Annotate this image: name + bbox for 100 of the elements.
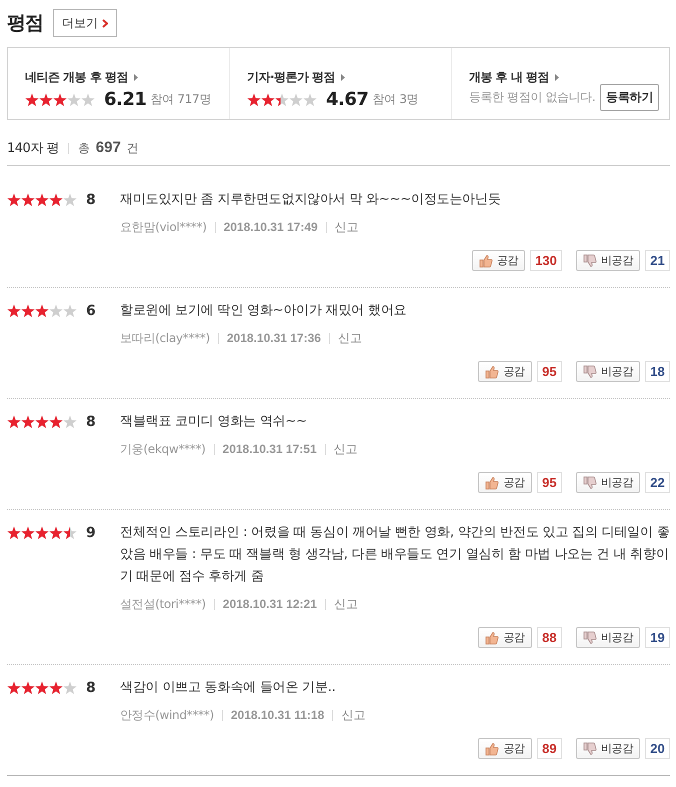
review-score: 8 [86, 680, 96, 696]
star-icon [67, 92, 81, 106]
star-icon [49, 193, 63, 207]
thumbs-up-icon [485, 630, 500, 644]
review-text: 재미도있지만 좀 지루한면도없지않아서 막 와~~~이정도는아닌듯 [120, 191, 502, 209]
star-icon [275, 92, 289, 106]
like-button[interactable]: 공감 [478, 738, 532, 759]
thumbs-down-icon [582, 476, 597, 490]
star-icon [7, 304, 21, 318]
star-icon [63, 681, 77, 695]
thumbs-down-icon [582, 254, 597, 268]
like-button[interactable]: 공감 [478, 361, 532, 382]
review-total-count: 총 697 건 [78, 139, 139, 157]
rating-title-link[interactable]: 네티즌 개봉 후 평점 [25, 70, 138, 86]
star-icon [35, 304, 49, 318]
star-icon [35, 526, 49, 540]
report-link[interactable]: 신고 [338, 330, 362, 346]
caret-icon [341, 74, 346, 81]
report-link[interactable]: 신고 [334, 596, 358, 612]
dislike-button[interactable]: 비공감 [576, 250, 640, 271]
like-button[interactable]: 공감 [472, 250, 526, 271]
star-icon [303, 92, 317, 106]
thumbs-down-icon [582, 364, 597, 378]
review-text: 잭블랙표 코미디 영화는 역쉬~~ [120, 413, 308, 431]
like-count: 95 [536, 472, 562, 493]
dislike-count: 22 [645, 472, 670, 493]
section-title: 평점 [7, 11, 43, 36]
like-count: 88 [536, 627, 562, 648]
star-icon [63, 304, 77, 318]
review-text: 할로윈에 보기에 딱인 영화~아이가 재밌어 했어요 [120, 302, 408, 320]
more-button[interactable]: 더보기 [53, 9, 117, 37]
review-date: 2018.10.31 17:51 [222, 442, 317, 456]
star-icon [25, 92, 39, 106]
star-icon [247, 92, 261, 106]
report-link[interactable]: 신고 [341, 706, 366, 724]
star-icon [7, 193, 21, 207]
star-icon [35, 415, 49, 429]
star-icon [81, 92, 95, 106]
star-icon [289, 92, 303, 106]
dislike-button[interactable]: 비공감 [576, 738, 640, 759]
thumbs-up-icon [478, 254, 493, 268]
review-score: 9 [86, 525, 96, 541]
star-icon [7, 526, 21, 540]
star-icon [7, 415, 21, 429]
star-icon [21, 193, 35, 207]
dislike-button[interactable]: 비공감 [576, 472, 640, 493]
dislike-count: 21 [645, 250, 670, 271]
star-icon [21, 681, 35, 695]
star-icon [261, 92, 275, 106]
author-name: 보따리(clay****) [120, 330, 210, 346]
like-count: 95 [536, 361, 562, 382]
author-name: 설전설(tori****) [120, 596, 206, 612]
review-score: 8 [86, 414, 96, 430]
dislike-count: 19 [645, 627, 670, 648]
chevron-icon [102, 18, 108, 28]
star-icon [7, 681, 21, 695]
dislike-button[interactable]: 비공감 [576, 627, 640, 648]
thumbs-up-icon [485, 476, 500, 490]
dislike-button[interactable]: 비공감 [576, 361, 640, 382]
star-icon [49, 415, 63, 429]
caret-icon [555, 74, 560, 81]
review-date: 2018.10.31 17:36 [226, 331, 321, 345]
rating-score: 6.21 [104, 89, 146, 110]
star-icon [21, 304, 35, 318]
review-list-title: 140자 평 [7, 140, 59, 157]
star-icon [49, 526, 63, 540]
star-icon [39, 92, 53, 106]
rating-score: 4.67 [326, 89, 368, 110]
empty-rating-message: 등록한 평점이 없습니다. [469, 88, 596, 106]
rating-title-link[interactable]: 개봉 후 내 평점 [469, 70, 560, 86]
review-score: 6 [86, 303, 96, 319]
like-count: 130 [530, 250, 562, 271]
rating-title-link[interactable]: 기자·평론가 평점 [247, 70, 346, 86]
like-count: 89 [536, 738, 562, 759]
like-button[interactable]: 공감 [478, 472, 532, 493]
star-icon [21, 415, 35, 429]
participant-count: 참여 717명 [150, 91, 212, 108]
review-date: 2018.10.31 12:21 [222, 597, 317, 611]
star-icon [49, 304, 63, 318]
review-text: 전체적인 스토리라인 : 어렸을 때 동심이 깨어날 뻔한 영화, 약간의 반전도 있고 집의 디테일이 좋았음 배우들 : 무도 때 잭블랙 형 생각남, 다른 배우들도 연기 열심히 함 마법 나오는 건 내 취향이기 때문에 점수 후하게 줌 [120, 524, 670, 586]
star-icon [63, 526, 77, 540]
thumbs-up-icon [485, 364, 500, 378]
like-button[interactable]: 공감 [478, 627, 532, 648]
register-button[interactable]: 등록하기 [600, 84, 659, 110]
star-icon [21, 526, 35, 540]
star-icon [63, 193, 77, 207]
dislike-count: 20 [645, 738, 670, 759]
thumbs-down-icon [582, 742, 597, 756]
participant-count: 참여 3명 [372, 91, 418, 108]
star-icon [35, 193, 49, 207]
review-score: 8 [86, 192, 96, 208]
star-icon [35, 681, 49, 695]
thumbs-down-icon [582, 630, 597, 644]
review-date: 2018.10.31 17:49 [224, 220, 318, 234]
report-link[interactable]: 신고 [334, 218, 359, 236]
caret-icon [134, 74, 138, 81]
thumbs-up-icon [485, 742, 500, 756]
report-link[interactable]: 신고 [334, 440, 358, 458]
star-icon [49, 681, 63, 695]
review-date: 2018.10.31 11:18 [230, 708, 324, 722]
